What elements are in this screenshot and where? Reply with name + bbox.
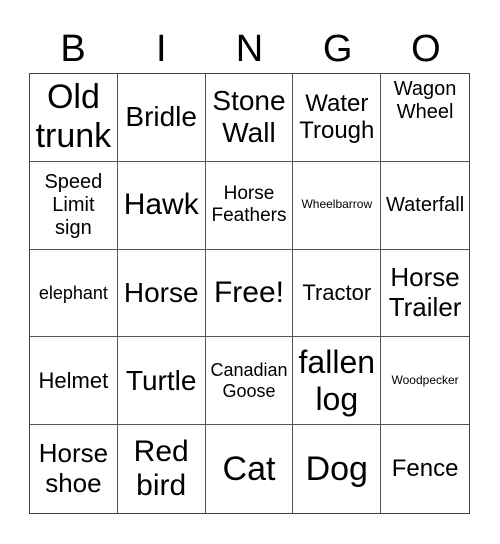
bingo-cell[interactable]: Helmet [30,337,118,426]
bingo-cell[interactable]: Horse Feathers [205,161,294,250]
header-letter-n: N [235,28,264,70]
bingo-cell[interactable]: Bridle [117,74,206,162]
bingo-cell[interactable]: elephant [30,249,118,338]
bingo-cell[interactable]: Stone Wall [205,74,294,162]
header-letter-g: G [322,28,353,70]
bingo-cell[interactable]: Water Trough [293,74,382,162]
bingo-cell[interactable]: Cat [206,425,294,513]
bingo-cell[interactable]: Canadian Goose [205,337,294,426]
bingo-cell[interactable]: Wheelbarrow [293,161,382,250]
bingo-cell[interactable]: Wagon Wheel [381,74,469,162]
header-letter-i: I [156,28,167,70]
bingo-grid: Old trunk Bridle Stone Wall Water Trough… [29,73,470,514]
bingo-cell[interactable]: Horse Trailer [381,250,469,338]
bingo-cell[interactable]: Dog [293,425,382,513]
bingo-cell[interactable]: Old trunk [30,74,118,162]
header-letter-b: B [60,28,86,70]
bingo-cell[interactable]: Hawk [117,161,206,250]
bingo-cell[interactable]: Turtle [117,337,206,426]
header-letter-o: O [411,28,441,70]
bingo-cell[interactable]: Speed Limit sign [30,161,118,250]
bingo-cell[interactable]: Tractor [293,249,382,338]
bingo-cell[interactable]: Woodpecker [381,337,469,426]
free-space-cell[interactable]: Free! [205,249,294,338]
bingo-cell[interactable]: Fence [381,425,469,513]
bingo-cell[interactable]: Horse [117,249,206,338]
bingo-cell[interactable]: Red bird [118,425,206,513]
bingo-cell[interactable]: fallen log [293,337,382,426]
bingo-cell[interactable]: Waterfall [381,162,469,250]
bingo-cell[interactable]: Horse shoe [30,425,118,513]
bingo-header: B I N G O [29,26,470,72]
